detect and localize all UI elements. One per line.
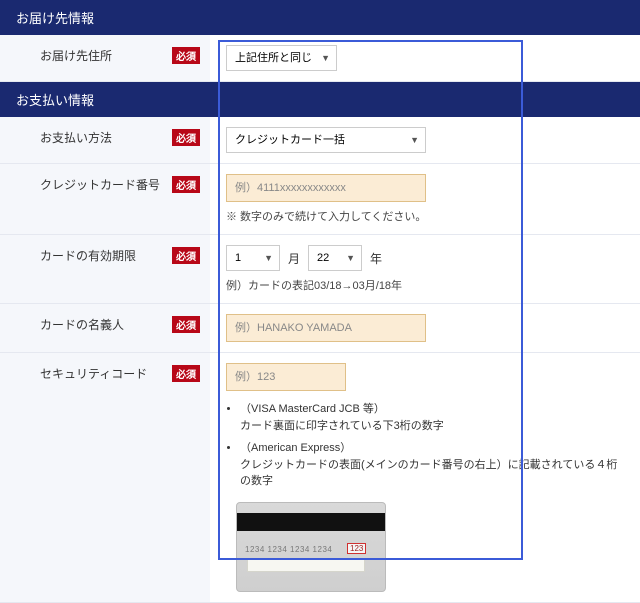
cvv-note1-body: カード裏面に印字されている下3桁の数字 (240, 420, 444, 432)
cc-number-input[interactable] (226, 174, 426, 202)
delivery-address-select[interactable]: 上記住所と同じ (227, 46, 336, 70)
card-back-illustration: 1234 1234 1234 1234 123 (236, 502, 386, 592)
delivery-address-select-wrap[interactable]: 上記住所と同じ ▼ (226, 45, 337, 71)
cc-number-hint: ※ 数字のみで続けて入力してください。 (226, 208, 624, 224)
cvv-note1-head: （VISA MasterCard JCB 等） (240, 403, 385, 415)
payment-method-select-wrap[interactable]: クレジットカード一括 ▼ (226, 127, 426, 153)
section-header-payment: お支払い情報 (0, 82, 640, 117)
label-expiry: カードの有効期限 (40, 247, 136, 264)
expiry-month-select-wrap[interactable]: 1 ▼ (226, 245, 280, 271)
section-header-delivery: お届け先情報 (0, 0, 640, 35)
row-holder: カードの名義人 必須 (0, 304, 640, 353)
expiry-year-select[interactable]: 22 (309, 246, 361, 270)
required-badge: 必須 (172, 47, 200, 64)
payment-method-select[interactable]: クレジットカード一括 (227, 128, 427, 152)
label-cvv: セキュリティコード (40, 365, 147, 382)
card-digits: 1234 1234 1234 1234 (245, 545, 332, 554)
expiry-month-suffix: 月 (288, 250, 300, 267)
row-expiry: カードの有効期限 必須 1 ▼ 月 22 ▼ 年 (0, 235, 640, 304)
signature-strip (247, 558, 365, 572)
cvv-note2-head: （American Express） (240, 442, 351, 454)
row-delivery-address: お届け先住所 必須 上記住所と同じ ▼ (0, 35, 640, 82)
row-cvv: セキュリティコード 必須 （VISA MasterCard JCB 等） カード… (0, 353, 640, 603)
required-badge: 必須 (172, 129, 200, 146)
card-cvv-highlight: 123 (347, 543, 366, 554)
expiry-month-select[interactable]: 1 (227, 246, 279, 270)
expiry-year-select-wrap[interactable]: 22 ▼ (308, 245, 362, 271)
required-badge: 必須 (172, 176, 200, 193)
label-payment-method: お支払い方法 (40, 129, 112, 146)
expiry-year-suffix: 年 (370, 250, 382, 267)
required-badge: 必須 (172, 247, 200, 264)
row-payment-method: お支払い方法 必須 クレジットカード一括 ▼ (0, 117, 640, 164)
cvv-note2-body: クレジットカードの表面(メインのカード番号の右上）に記載されている４桁の数字 (240, 459, 617, 488)
label-delivery-address: お届け先住所 (40, 47, 112, 64)
row-cc-number: クレジットカード番号 必須 ※ 数字のみで続けて入力してください。 (0, 164, 640, 235)
magnetic-stripe (237, 513, 385, 531)
label-holder: カードの名義人 (40, 316, 124, 333)
cvv-notes: （VISA MasterCard JCB 等） カード裏面に印字されている下3桁… (240, 401, 624, 490)
cvv-input[interactable] (226, 363, 346, 391)
required-badge: 必須 (172, 316, 200, 333)
required-badge: 必須 (172, 365, 200, 382)
expiry-hint: 例）カードの表記03/18→03月/18年 (226, 277, 624, 293)
holder-input[interactable] (226, 314, 426, 342)
label-cc-number: クレジットカード番号 (40, 176, 160, 193)
